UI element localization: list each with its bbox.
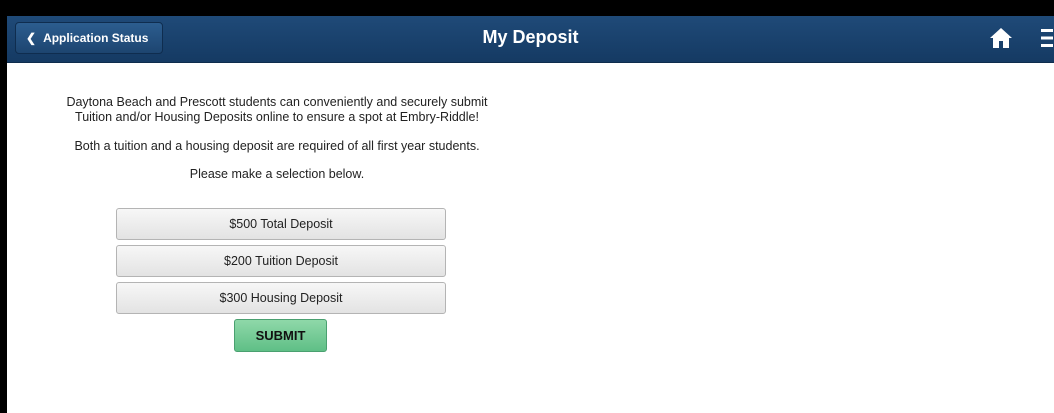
selection-prompt: Please make a selection below. [189,167,365,181]
home-icon[interactable] [989,27,1013,49]
submit-button[interactable]: SUBMIT [234,319,327,352]
intro-text: Daytona Beach and Prescott students can … [7,95,547,125]
app-frame: ❮ Application Status My Deposit Daytona … [7,16,1054,413]
intro-line-1: Daytona Beach and Prescott students can … [66,95,488,109]
total-deposit-label: $500 Total Deposit [229,217,333,231]
hamburger-menu-icon[interactable] [1041,28,1053,48]
submit-label: SUBMIT [255,328,306,343]
intro-line-2: Tuition and/or Housing Deposits online t… [75,110,479,124]
page-title: My Deposit [482,27,579,47]
housing-deposit-button[interactable]: $300 Housing Deposit [116,282,446,314]
housing-deposit-label: $300 Housing Deposit [219,291,343,305]
deposit-content: Daytona Beach and Prescott students can … [7,63,547,181]
requirement-note: Both a tuition and a housing deposit are… [74,139,480,153]
tuition-deposit-label: $200 Tuition Deposit [224,254,338,268]
header-bar: ❮ Application Status My Deposit [7,16,1054,63]
tuition-deposit-button[interactable]: $200 Tuition Deposit [116,245,446,277]
total-deposit-button[interactable]: $500 Total Deposit [116,208,446,240]
